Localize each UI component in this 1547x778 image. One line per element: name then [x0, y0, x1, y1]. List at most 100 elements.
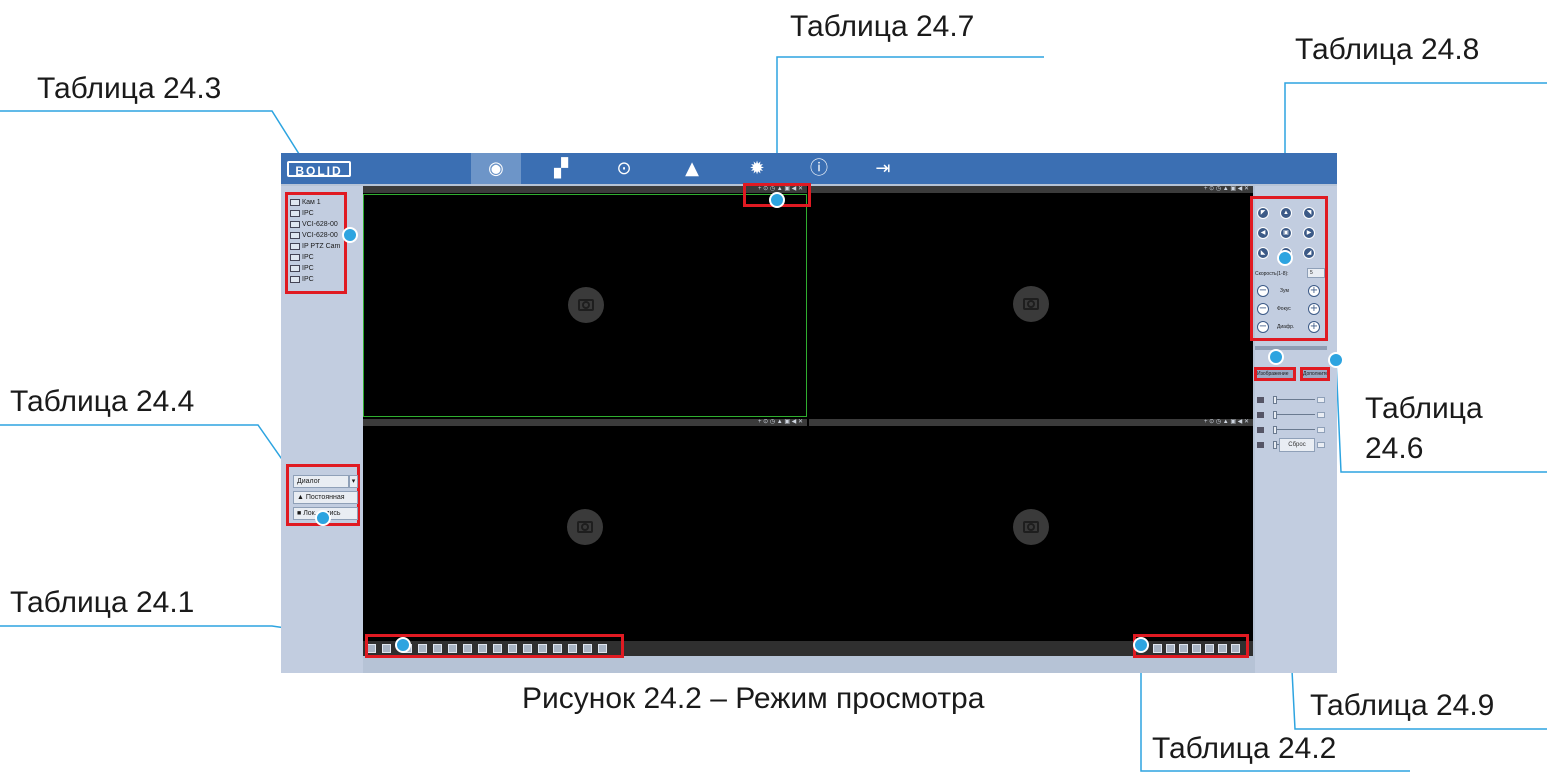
- callout-table-24-9: Таблица 24.9: [1310, 689, 1495, 722]
- camera-icon: [290, 276, 300, 283]
- saturation-slider[interactable]: [1257, 426, 1325, 434]
- callout-table-24-1: Таблица 24.1: [10, 586, 195, 619]
- bolid-logo: BOLID: [287, 161, 351, 178]
- channel-item[interactable]: IP PTZ Cam: [290, 241, 342, 252]
- nav-logout-icon[interactable]: ⇥: [858, 153, 908, 184]
- channel-item[interactable]: VCI-628-00: [290, 219, 342, 230]
- panel-divider: [1255, 346, 1327, 350]
- zoom-out-button[interactable]: −: [1257, 285, 1269, 297]
- callout-marker: [342, 227, 358, 243]
- channel-label: Кам 1: [302, 199, 321, 206]
- reset-button[interactable]: Сброс: [1279, 438, 1315, 452]
- brightness-slider[interactable]: [1257, 396, 1325, 404]
- tile-toolbar[interactable]: + ⊙ ◷ ▲ ▣ ◀ ✕: [1204, 419, 1249, 426]
- iris-label: Диафр.: [1277, 324, 1295, 330]
- ptz-right-button[interactable]: ▶: [1303, 227, 1315, 239]
- focus-minus-button[interactable]: −: [1257, 303, 1269, 315]
- callout-table-24-7: Таблица 24.7: [790, 10, 975, 43]
- channel-label: IPC: [302, 265, 314, 272]
- channel-item[interactable]: IPC: [290, 252, 342, 263]
- ptz-speed-select[interactable]: 5: [1307, 268, 1325, 278]
- right-panel: ◤ ▲ ◥ ◀ ▣ ▶ ◣ ▼ ◢ Скорость(1-8): 5 − Зум…: [1250, 186, 1337, 673]
- channel-tree: Кам 1 IPC VCI-628-00 VCI-628-00 IP PTZ C…: [285, 192, 347, 294]
- camera-placeholder-icon: [1013, 509, 1049, 545]
- nav-target-icon[interactable]: ⊙: [599, 153, 649, 184]
- channel-item[interactable]: IPC: [290, 274, 342, 285]
- video-view-area: + ⊙ ◷ ▲ ▣ ◀ ✕ + ⊙ ◷ ▲ ▣ ◀ ✕ + ⊙ ◷ ▲ ▣ ◀ …: [363, 186, 1253, 656]
- callout-table-24-4: Таблица 24.4: [10, 385, 195, 418]
- figure-caption: Рисунок 24.2 – Режим просмотра: [522, 682, 985, 715]
- ptz-up-right-button[interactable]: ◥: [1303, 207, 1315, 219]
- tab-advanced[interactable]: Дополнительно: [1300, 367, 1330, 381]
- video-tile-2[interactable]: + ⊙ ◷ ▲ ▣ ◀ ✕: [809, 186, 1253, 417]
- ptz-control-panel: ◤ ▲ ◥ ◀ ▣ ▶ ◣ ▼ ◢ Скорость(1-8): 5 − Зум…: [1250, 196, 1328, 341]
- iris-plus-button[interactable]: +: [1308, 321, 1320, 333]
- web-interface-window: BOLID ◉ ▞ ⊙ ▲ ✹ ⓘ ⇥ Кам 1 IPC VCI-628-00…: [281, 153, 1337, 673]
- tile-toolbar[interactable]: + ⊙ ◷ ▲ ▣ ◀ ✕: [758, 419, 803, 426]
- ptz-down-left-button[interactable]: ◣: [1257, 247, 1269, 259]
- channel-item[interactable]: Кам 1: [290, 197, 342, 208]
- nav-playback-icon[interactable]: ▞: [536, 153, 586, 184]
- highlight-layout-toolbar: [1133, 634, 1249, 658]
- focus-plus-button[interactable]: +: [1308, 303, 1320, 315]
- camera-icon: [290, 210, 300, 217]
- zoom-in-button[interactable]: +: [1308, 285, 1320, 297]
- contrast-slider[interactable]: [1257, 411, 1325, 419]
- nav-info-icon[interactable]: ⓘ: [794, 153, 844, 184]
- callout-table-24-6-line1: Таблица: [1365, 392, 1483, 425]
- ptz-down-right-button[interactable]: ◢: [1303, 247, 1315, 259]
- nav-alarm-icon[interactable]: ▲: [667, 153, 717, 184]
- saturation-icon: [1257, 427, 1264, 433]
- callout-marker: [1277, 250, 1293, 266]
- contrast-icon: [1257, 412, 1264, 418]
- channel-label: IPC: [302, 254, 314, 261]
- camera-icon: [290, 232, 300, 239]
- camera-icon: [290, 243, 300, 250]
- camera-placeholder-icon: [1013, 286, 1049, 322]
- talk-button[interactable]: ▲ Постоянная: [293, 491, 358, 504]
- ptz-center-button[interactable]: ▣: [1280, 227, 1292, 239]
- callout-marker: [315, 510, 331, 526]
- callout-table-24-8: Таблица 24.8: [1295, 33, 1480, 66]
- camera-icon: [290, 199, 300, 206]
- channel-item[interactable]: VCI-628-00: [290, 230, 342, 241]
- callout-marker: [395, 637, 411, 653]
- callout-marker: [769, 192, 785, 208]
- channel-label: IPC: [302, 210, 314, 217]
- brightness-icon: [1257, 397, 1264, 403]
- talk-button-label: Постоянная: [305, 494, 345, 501]
- video-tile-4[interactable]: + ⊙ ◷ ▲ ▣ ◀ ✕: [809, 419, 1253, 641]
- callout-table-24-2: Таблица 24.2: [1152, 732, 1337, 765]
- callout-marker: [1268, 349, 1284, 365]
- camera-placeholder-icon: [568, 287, 604, 323]
- tab-image[interactable]: Изображение: [1254, 367, 1296, 381]
- channel-item[interactable]: IPC: [290, 208, 342, 219]
- callout-marker: [1133, 637, 1149, 653]
- ptz-left-button[interactable]: ◀: [1257, 227, 1269, 239]
- chevron-down-icon[interactable]: ▾: [349, 475, 358, 488]
- ptz-speed-label: Скорость(1-8):: [1255, 271, 1289, 277]
- callout-marker: [1328, 352, 1344, 368]
- ptz-up-left-button[interactable]: ◤: [1257, 207, 1269, 219]
- nav-settings-icon[interactable]: ✹: [732, 153, 782, 184]
- channel-label: VCI-628-00: [302, 221, 338, 228]
- top-navigation-bar: BOLID ◉ ▞ ⊙ ▲ ✹ ⓘ ⇥: [281, 153, 1337, 184]
- warning-icon: ▲: [297, 494, 306, 501]
- tile-toolbar[interactable]: + ⊙ ◷ ▲ ▣ ◀ ✕: [1204, 186, 1249, 193]
- iris-minus-button[interactable]: −: [1257, 321, 1269, 333]
- video-tile-3[interactable]: + ⊙ ◷ ▲ ▣ ◀ ✕: [363, 419, 807, 641]
- channel-label: IPC: [302, 276, 314, 283]
- focus-label: Фокус: [1277, 306, 1291, 312]
- video-tile-1-header: + ⊙ ◷ ▲ ▣ ◀ ✕: [363, 186, 807, 193]
- stream-select-value: Диалог: [297, 478, 321, 485]
- channel-item[interactable]: IPC: [290, 263, 342, 274]
- callout-table-24-6-line2: 24.6: [1365, 432, 1424, 465]
- nav-live-view-eye-icon[interactable]: ◉: [471, 153, 521, 184]
- left-panel: Кам 1 IPC VCI-628-00 VCI-628-00 IP PTZ C…: [281, 186, 363, 673]
- video-tile-1[interactable]: [363, 194, 807, 417]
- callout-table-24-3: Таблица 24.3: [37, 72, 222, 105]
- channel-label: VCI-628-00: [302, 232, 338, 239]
- stream-select[interactable]: Диалог: [293, 475, 349, 488]
- zoom-label: Зум: [1280, 288, 1289, 294]
- ptz-up-button[interactable]: ▲: [1280, 207, 1292, 219]
